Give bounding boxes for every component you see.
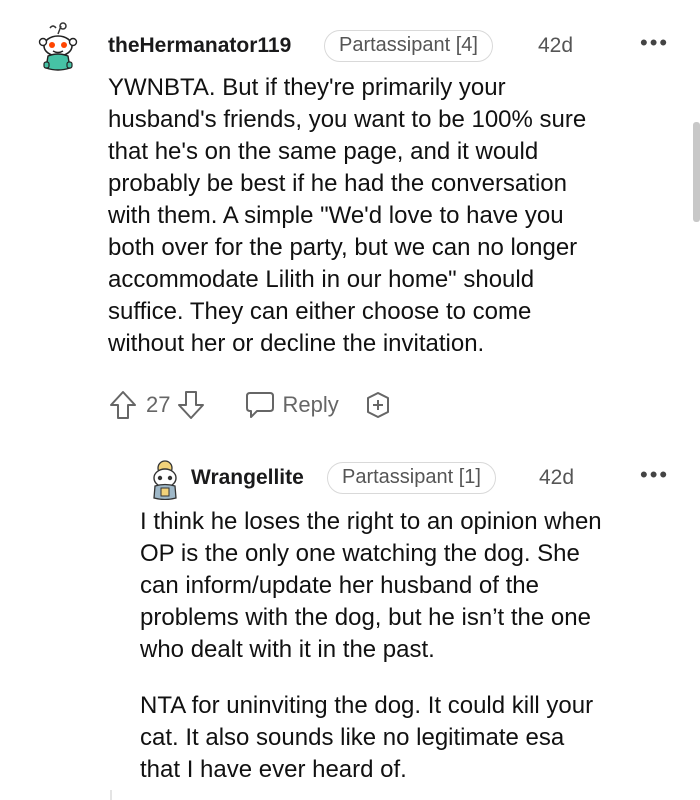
snoo-avatar-icon: [153, 460, 177, 501]
comment-body: I think he loses the right to an opinion…: [140, 506, 680, 786]
vote-score: 27: [146, 392, 171, 417]
comment-line: I think he loses the right to an opinion…: [140, 508, 602, 535]
comment-age: 42d: [539, 466, 575, 489]
reply-button[interactable]: Reply: [244, 390, 339, 420]
comment-line: NTA for uninviting the dog. It could kil…: [140, 692, 594, 719]
comment-actions: 27 Reply: [108, 388, 393, 422]
user-flair: Partassipant [1]: [327, 462, 496, 494]
reply-label[interactable]: Reply: [282, 392, 338, 418]
speech-bubble-icon: [246, 392, 275, 418]
avatar[interactable]: [147, 458, 191, 506]
comment-line: who dealt with it in the past.: [140, 636, 435, 663]
upvote-arrow-icon[interactable]: [108, 389, 138, 421]
scrollbar[interactable]: [693, 122, 700, 222]
downvote-arrow-icon[interactable]: [176, 389, 206, 421]
thread-line: [110, 790, 112, 800]
reply-comment: Wrangellite Partassipant [1] 42d ••• I t…: [0, 0, 700, 783]
username[interactable]: Wrangellite: [191, 466, 304, 490]
comment-line: problems with the dog, but he isn’t the …: [140, 604, 591, 631]
comment-line: cat. It also sounds like no legitimate e…: [140, 724, 565, 751]
award-plus-icon[interactable]: [363, 390, 393, 420]
comment-line: OP is the only one watching the dog. She: [140, 540, 580, 567]
comment-line: that I have ever heard of.: [140, 756, 407, 783]
more-options-button[interactable]: •••: [640, 462, 669, 488]
comment-line: can inform/update her husband of the: [140, 572, 539, 599]
